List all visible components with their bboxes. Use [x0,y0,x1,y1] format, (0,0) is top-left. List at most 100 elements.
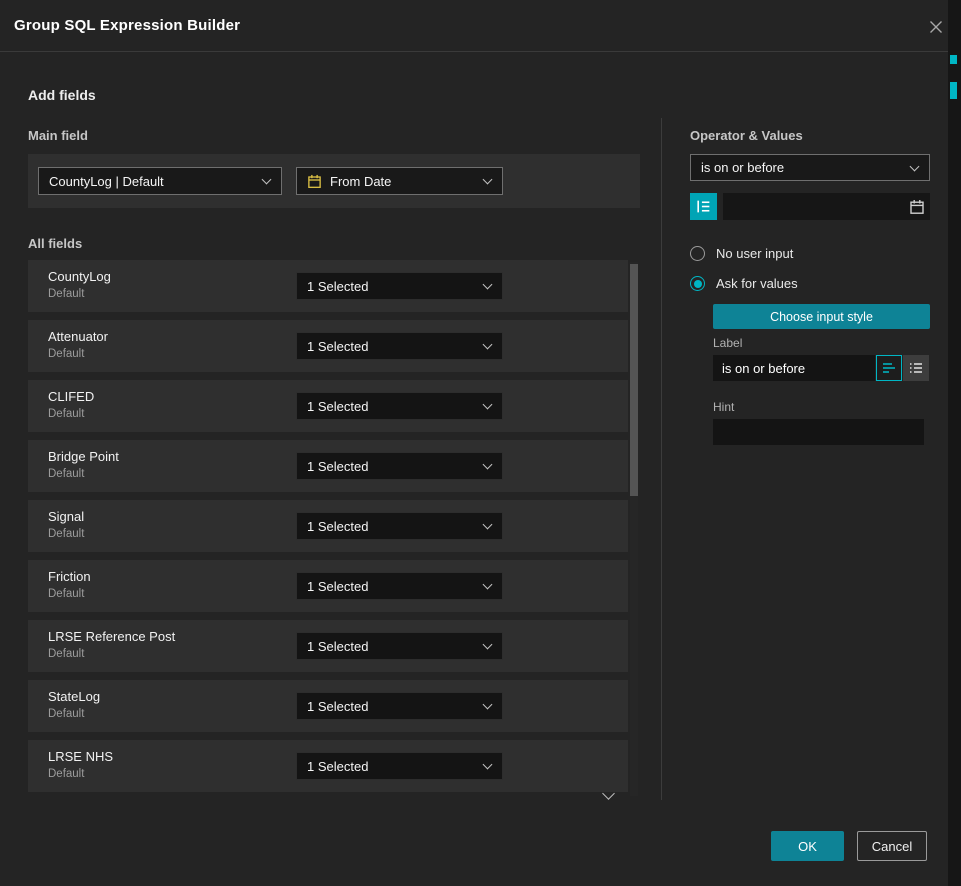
chevron-down-icon [483,760,493,770]
field-subtitle: Default [48,708,84,720]
field-name: Signal [48,509,84,524]
field-selected-value: 1 Selected [307,639,368,654]
field-subtitle: Default [48,348,84,360]
label-input[interactable] [713,355,875,381]
field-selected-value: 1 Selected [307,519,368,534]
field-name: CLIFED [48,389,94,404]
field-subtitle: Default [48,588,84,600]
field-selected-dropdown[interactable]: 1 Selected [296,752,503,780]
date-value-input[interactable] [723,193,930,220]
scrollbar-thumb[interactable] [630,264,638,496]
field-row: LRSE NHS Default 1 Selected [28,740,628,792]
single-line-style-toggle[interactable] [876,355,902,381]
field-name: LRSE Reference Post [48,629,175,644]
list-scrollbar[interactable] [630,262,638,796]
field-subtitle: Default [48,528,84,540]
field-selected-value: 1 Selected [307,579,368,594]
field-selected-dropdown[interactable]: 1 Selected [296,392,503,420]
main-field-field-dropdown[interactable]: From Date [296,167,503,195]
field-name: CountyLog [48,269,111,284]
single-line-icon [881,360,897,376]
background-page-edge [948,0,961,886]
radio-icon [690,246,705,261]
main-field-layer-dropdown[interactable]: CountyLog | Default [38,167,282,195]
main-field-field-value: From Date [330,174,391,189]
chevron-down-icon [483,340,493,350]
field-row: Friction Default 1 Selected [28,560,628,612]
field-name: Bridge Point [48,449,119,464]
field-selected-dropdown[interactable]: 1 Selected [296,632,503,660]
radio-label: No user input [716,246,793,261]
close-icon[interactable] [925,16,947,38]
dialog-title: Group SQL Expression Builder [14,0,240,52]
field-selected-value: 1 Selected [307,459,368,474]
chevron-down-icon [483,640,493,650]
choose-input-style-button[interactable]: Choose input style [713,304,930,329]
field-row: CLIFED Default 1 Selected [28,380,628,432]
field-name: LRSE NHS [48,749,113,764]
field-name: StateLog [48,689,100,704]
field-selected-value: 1 Selected [307,279,368,294]
calendar-icon [909,199,925,215]
label-caption: Label [713,336,742,350]
chevron-down-icon [483,280,493,290]
dialog-header: Group SQL Expression Builder [0,0,948,52]
list-style-toggle[interactable] [903,355,929,381]
field-subtitle: Default [48,768,84,780]
main-field-row: CountyLog | Default From Date [28,154,640,208]
screen: Group SQL Expression Builder Add fields … [0,0,961,886]
chevron-down-icon [262,175,272,185]
chevron-down-icon [483,580,493,590]
chevron-down-icon [483,460,493,470]
radio-ask-for-values[interactable]: Ask for values [690,276,798,291]
calendar-icon [307,174,322,189]
field-selected-dropdown[interactable]: 1 Selected [296,692,503,720]
cancel-button[interactable]: Cancel [857,831,927,861]
unique-values-icon [695,198,712,215]
chevron-down-icon [483,700,493,710]
field-selected-value: 1 Selected [307,699,368,714]
field-row: CountyLog Default 1 Selected [28,260,628,312]
field-row: Bridge Point Default 1 Selected [28,440,628,492]
field-selected-dropdown[interactable]: 1 Selected [296,452,503,480]
field-selected-value: 1 Selected [307,399,368,414]
date-picker-button[interactable] [908,198,926,216]
unique-values-button[interactable] [690,193,717,220]
field-selected-dropdown[interactable]: 1 Selected [296,572,503,600]
date-value-field [723,193,930,220]
operator-values-heading: Operator & Values [690,128,803,143]
ok-button[interactable]: OK [771,831,844,861]
field-name: Attenuator [48,329,108,344]
list-icon [908,360,924,376]
all-fields-list: CountyLog Default 1 Selected Attenuator … [28,260,640,800]
column-divider [661,118,662,800]
edge-accent-mark [950,82,957,99]
field-selected-dropdown[interactable]: 1 Selected [296,512,503,540]
radio-icon [690,276,705,291]
field-selected-value: 1 Selected [307,759,368,774]
radio-no-user-input[interactable]: No user input [690,246,793,261]
operator-value: is on or before [701,160,784,175]
field-name: Friction [48,569,91,584]
main-field-label: Main field [28,128,88,143]
field-row: Attenuator Default 1 Selected [28,320,628,372]
chevron-down-icon [483,400,493,410]
main-field-layer-value: CountyLog | Default [49,174,164,189]
field-selected-dropdown[interactable]: 1 Selected [296,272,503,300]
all-fields-label: All fields [28,236,82,251]
hint-caption: Hint [713,400,734,414]
radio-label: Ask for values [716,276,798,291]
operator-dropdown[interactable]: is on or before [690,154,930,181]
chevron-down-icon [483,175,493,185]
field-row: LRSE Reference Post Default 1 Selected [28,620,628,672]
field-selected-value: 1 Selected [307,339,368,354]
field-selected-dropdown[interactable]: 1 Selected [296,332,503,360]
edge-accent-mark [950,55,957,64]
hint-input[interactable] [713,419,924,445]
field-row: Signal Default 1 Selected [28,500,628,552]
field-subtitle: Default [48,288,84,300]
field-subtitle: Default [48,468,84,480]
field-row: StateLog Default 1 Selected [28,680,628,732]
field-subtitle: Default [48,648,84,660]
chevron-down-icon [483,520,493,530]
